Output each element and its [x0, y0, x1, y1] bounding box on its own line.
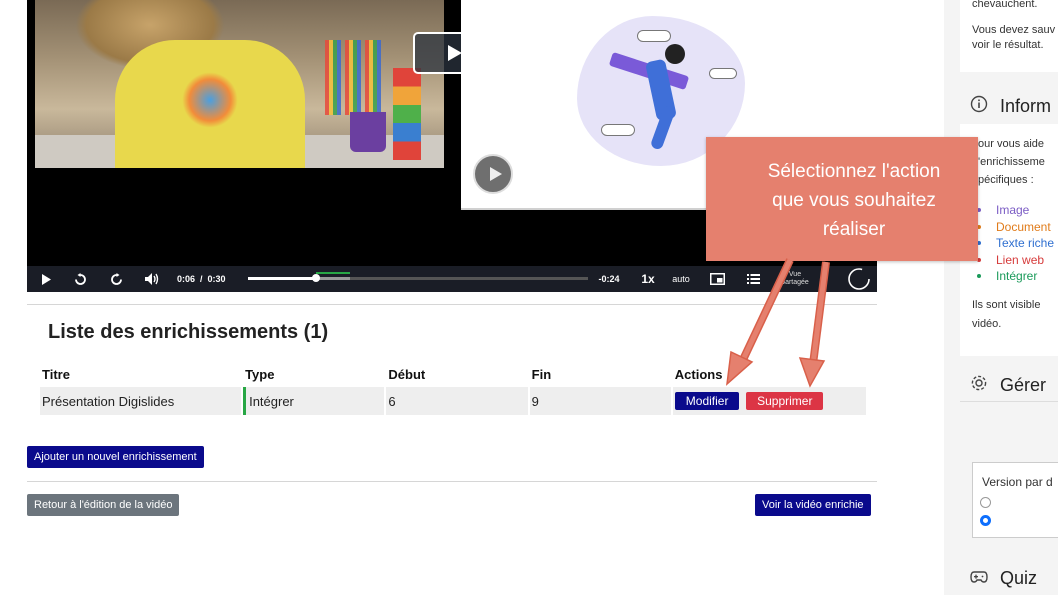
quiz-heading-label: Quiz: [1000, 568, 1038, 588]
sidebar-text: Ils sont visible: [972, 299, 1041, 311]
list-item: Document: [976, 219, 1054, 236]
time-display: 0:06 / 0:30: [177, 266, 241, 292]
shared-view-button[interactable]: Vue partagée: [775, 266, 815, 292]
play-icon[interactable]: [37, 266, 55, 292]
sidebar-heading-manage: Gérer: [970, 374, 1046, 397]
divider: [27, 481, 877, 482]
version-label: Version par d: [982, 475, 1053, 489]
tutorial-callout: Sélectionnez l'action que vous souhaitez…: [706, 137, 978, 261]
shared-view-line1: Vue: [788, 271, 802, 278]
sidebar-text: Vous devez sauv: [972, 24, 1056, 36]
view-enriched-video-button[interactable]: Voir la vidéo enrichie: [755, 494, 871, 516]
photo-pencil-cup: [350, 112, 386, 152]
cloud-icon: [637, 30, 671, 42]
enrichment-types-list: Image Document Texte riche Lien web Inté…: [976, 202, 1054, 285]
enrichment-timeline-marker: [316, 272, 350, 274]
video-main-stream[interactable]: [35, 0, 444, 168]
sidebar-text: our vous aide: [978, 138, 1045, 150]
sidebar-heading-quiz: Quiz: [970, 568, 1037, 589]
enrichments-table: Titre Type Début Fin Actions Présentatio…: [38, 361, 868, 415]
cell-actions: Modifier Supprimer: [672, 387, 866, 415]
cell-start: 6: [386, 387, 528, 415]
loading-spinner-icon: [845, 266, 873, 292]
player-control-bar: 0:06 / 0:30 -0:24 1x auto Vue partagée: [27, 266, 877, 292]
photo-toy-blocks: [393, 68, 421, 160]
list-item: Texte riche: [976, 235, 1054, 252]
list-item: Image: [976, 202, 1054, 219]
edit-button[interactable]: Modifier: [674, 392, 740, 410]
divider: [27, 304, 877, 305]
progress-played: [248, 277, 316, 280]
version-radio-option-selected[interactable]: [980, 515, 991, 526]
version-selector-box: Version par d: [972, 462, 1058, 538]
duration: 0:30: [207, 274, 226, 284]
time-separator: /: [200, 274, 203, 284]
cell-title: Présentation Digislides: [40, 387, 242, 415]
cell-type: Intégrer: [243, 387, 385, 415]
remaining-time: -0:24: [598, 274, 620, 284]
column-header-end: Fin: [531, 366, 552, 382]
list-item: Lien web: [976, 252, 1054, 269]
list-item: Intégrer: [976, 268, 1054, 285]
volume-icon[interactable]: [143, 266, 161, 292]
sidebar-text: vidéo.: [972, 318, 1002, 330]
column-header-type: Type: [245, 366, 275, 382]
manage-heading-label: Gérer: [1000, 375, 1047, 395]
divider: [960, 401, 1058, 402]
callout-line: Sélectionnez l'action: [767, 161, 941, 182]
info-heading-label: Inform: [1000, 96, 1052, 116]
cloud-icon: [709, 68, 737, 79]
playback-rate-button[interactable]: 1x: [637, 266, 659, 292]
table-header-row: Titre Type Début Fin Actions: [40, 361, 866, 387]
callout-line: réaliser: [822, 219, 886, 240]
enrichments-list-title: Liste des enrichissements (1): [48, 321, 329, 343]
picture-in-picture-icon[interactable]: [707, 266, 727, 292]
sidebar-heading-info: Inform: [970, 95, 1051, 118]
slide-play-button[interactable]: [473, 154, 513, 194]
cloud-icon: [601, 124, 635, 136]
sidebar-text: voir le résultat.: [972, 39, 1044, 51]
sidebar-text: 'enrichisseme: [978, 156, 1045, 168]
sidebar-help-card: chevauchent. Vous devez sauv voir le rés…: [960, 0, 1058, 72]
current-time: 0:06: [177, 274, 196, 284]
gear-icon: [970, 374, 988, 397]
forward-icon[interactable]: [107, 266, 125, 292]
right-sidebar: chevauchent. Vous devez sauv voir le rés…: [944, 0, 1058, 595]
callout-line: que vous souhaitez: [772, 190, 936, 211]
sidebar-text: pécifiques :: [978, 174, 1034, 186]
progress-handle[interactable]: [312, 274, 320, 282]
gamepad-icon: [970, 568, 988, 589]
illustration-person-head: [665, 44, 685, 64]
progress-bar[interactable]: [248, 272, 588, 282]
quality-button[interactable]: auto: [669, 266, 693, 292]
rewind-icon[interactable]: [71, 266, 89, 292]
shared-view-line2: partagée: [781, 279, 809, 286]
photo-child-shirt: [115, 40, 305, 168]
chapters-icon[interactable]: [743, 266, 763, 292]
add-enrichment-button[interactable]: Ajouter un nouvel enrichissement: [27, 446, 204, 468]
cell-end: 9: [529, 387, 671, 415]
table-row: Présentation Digislides Intégrer 6 9 Mod…: [40, 387, 866, 415]
version-radio-option[interactable]: [980, 497, 991, 508]
back-to-edit-button[interactable]: Retour à l'édition de la vidéo: [27, 494, 180, 516]
info-icon: [970, 95, 988, 118]
column-header-actions: Actions: [674, 366, 723, 382]
sidebar-text: chevauchent.: [972, 0, 1038, 10]
column-header-start: Début: [388, 366, 426, 382]
delete-button[interactable]: Supprimer: [746, 392, 824, 410]
column-header-title: Titre: [42, 366, 70, 382]
photo-pencils: [325, 40, 385, 115]
